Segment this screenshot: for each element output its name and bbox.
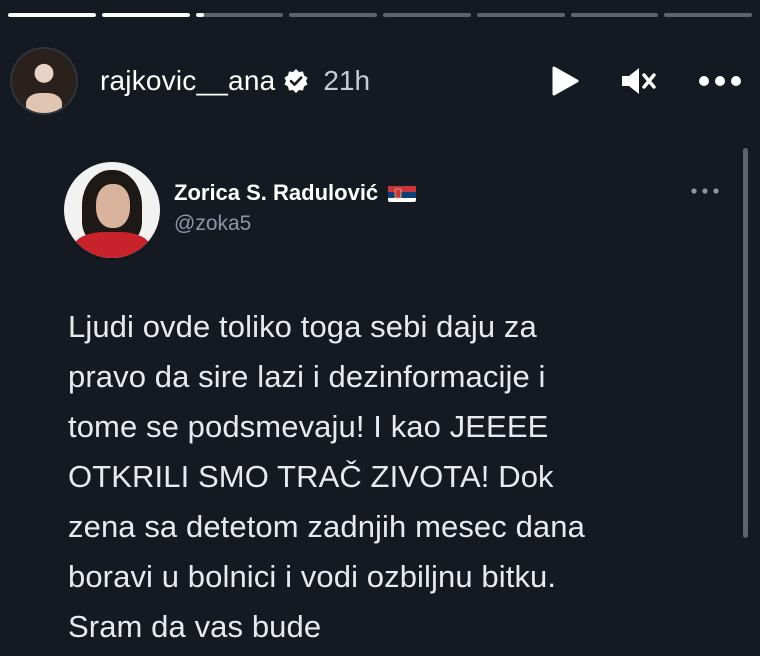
tweet-author-avatar[interactable] (64, 162, 160, 258)
story-progress-bar (8, 13, 752, 17)
story-header: rajkovic__ana 21h (10, 46, 750, 116)
play-icon[interactable] (550, 65, 580, 97)
tweet-text-line: boravi u bolnici i vodi ozbiljnu bitku. (68, 559, 557, 594)
story-progress-segment (570, 13, 659, 17)
story-progress-fill (195, 13, 205, 17)
story-progress-segment (195, 13, 284, 17)
avatar[interactable] (10, 47, 78, 115)
tweet-author-name[interactable]: Zorica S. Radulović (174, 180, 378, 206)
tweet-more-icon[interactable] (690, 182, 720, 200)
tweet-text-line: Sram da vas bude (68, 609, 322, 644)
story-progress-segment (101, 13, 190, 17)
tweet-author-handle[interactable]: @zoka5 (174, 212, 251, 236)
tweet-text-line: Ljudi ovde toliko toga sebi daju za (68, 309, 537, 344)
tweet-text-line: tome se podsmevaju! I kao JEEEE (68, 409, 549, 444)
tweet-author-name-row[interactable]: Zorica S. Radulović (174, 180, 417, 206)
tweet-text-line: zena sa detetom zadnjih mesec dana (68, 509, 585, 544)
tweet-card: Zorica S. Radulović @zoka5 Ljudi ovde to… (46, 150, 752, 656)
story-progress-fill (101, 13, 190, 17)
serbia-flag-icon (388, 184, 417, 202)
story-progress-fill (8, 13, 96, 17)
story-viewer: rajkovic__ana 21h Zorica S. Radulović @z… (0, 0, 760, 656)
post-time: 21h (323, 65, 371, 96)
story-progress-segment (476, 13, 565, 17)
muted-speaker-icon[interactable] (620, 65, 658, 97)
tweet-text-line: OTKRILI SMO TRAČ ZIVOTA! Dok (68, 459, 554, 494)
story-actions (550, 65, 750, 97)
story-progress-segment (8, 13, 96, 17)
tweet-text-line: pravo da sire lazi i dezinformacije i (68, 359, 546, 394)
username[interactable]: rajkovic__ana (100, 65, 275, 97)
story-progress-segment (289, 13, 377, 17)
story-progress-segment (383, 13, 471, 17)
more-horizontal-icon[interactable] (698, 75, 742, 87)
verified-badge-icon (283, 68, 309, 94)
story-progress-segment (664, 13, 752, 17)
tweet-text: Ljudi ovde toliko toga sebi daju za prav… (68, 302, 728, 652)
